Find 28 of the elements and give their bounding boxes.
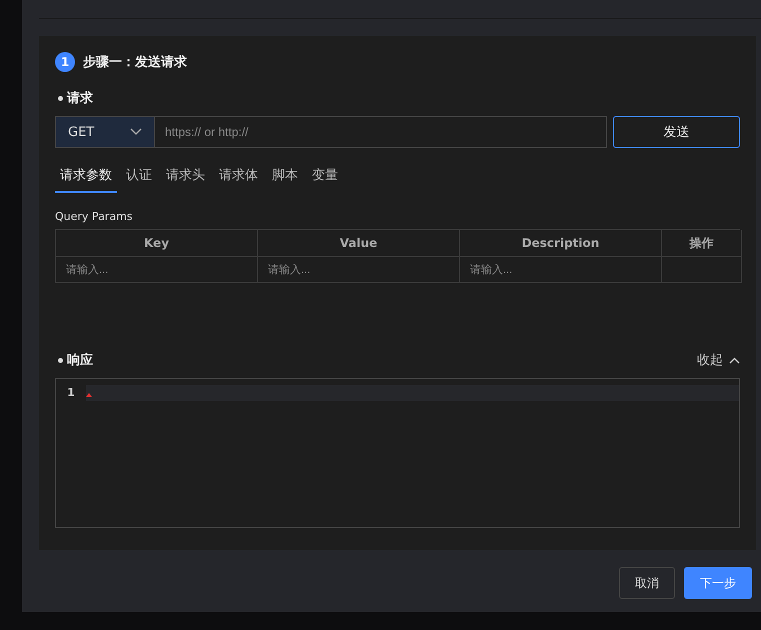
cell-input[interactable]: 请输入... <box>258 257 460 283</box>
collapse-toggle[interactable]: 收起 <box>697 351 740 369</box>
send-button[interactable]: 发送 <box>613 116 740 148</box>
section-label: 请求 <box>58 89 740 107</box>
chevron-up-icon <box>729 356 740 364</box>
chevron-down-icon <box>130 128 142 136</box>
column-header: Description <box>460 230 662 257</box>
tab[interactable]: 请求体 <box>214 162 263 193</box>
tab[interactable]: 请求头 <box>161 162 210 193</box>
column-header: 操作 <box>662 230 742 257</box>
code-editor[interactable]: 1 <box>55 378 740 528</box>
cancel-button[interactable]: 取消 <box>619 567 675 599</box>
section-title: Query Params <box>55 210 134 223</box>
column-header: Key <box>56 230 258 257</box>
column-header: Value <box>258 230 460 257</box>
tab[interactable]: 变量 <box>307 162 343 193</box>
step-number: 1 <box>55 52 75 72</box>
url-field[interactable]: https:// or http:// <box>155 116 607 148</box>
tab[interactable]: 认证 <box>121 162 157 193</box>
cell-input[interactable]: 请输入... <box>56 257 258 283</box>
method-select[interactable]: GET <box>55 116 155 148</box>
step-title: 步骤一：发送请求 <box>83 54 187 71</box>
section-label: 响应 <box>58 351 93 369</box>
error-marker-icon <box>86 393 92 397</box>
tab[interactable]: 请求参数 <box>55 162 117 193</box>
line-number: 1 <box>56 385 86 401</box>
cell-input[interactable]: 请输入... <box>460 257 662 283</box>
tab[interactable]: 脚本 <box>267 162 303 193</box>
